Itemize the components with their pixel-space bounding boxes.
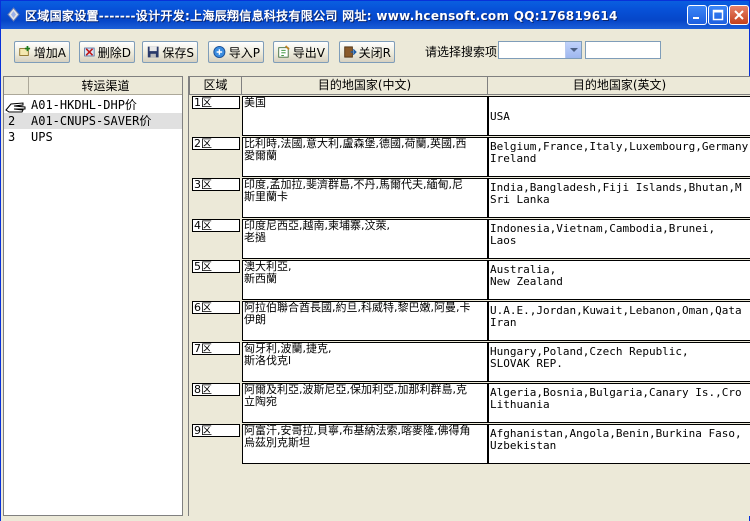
country-cn-field[interactable]: 匈牙利,波蘭,捷克, 斯洛伐克l <box>242 342 488 382</box>
zone-grid-header: 区域 目的地国家(中文) 目的地国家(英文) <box>189 76 750 95</box>
zone-field[interactable]: 1区 <box>192 96 240 109</box>
add-icon <box>19 45 31 56</box>
add-button[interactable]: 增加A <box>14 41 70 63</box>
country-en-field[interactable]: U.A.E.,Jordan,Kuwait,Lebanon,Oman,Qata I… <box>488 301 750 341</box>
add-button-label: 增加A <box>33 45 66 60</box>
export-button-label: 导出V <box>292 45 325 60</box>
maximize-icon <box>712 9 724 21</box>
delete-button-label: 删除D <box>97 45 131 60</box>
save-button-label: 保存S <box>162 45 194 60</box>
country-cn-field[interactable]: 美国 <box>242 96 488 136</box>
delete-button[interactable]: 删除D <box>79 41 135 63</box>
country-en-field[interactable]: USA <box>488 96 750 136</box>
zone-row: 4区 印度尼西亞,越南,柬埔寨,汶萊, 老撾 Indonesia,Vietnam… <box>189 219 750 259</box>
zone-row: 8区 阿爾及利亞,波斯尼亞,保加利亞,加那利群島,克 立陶宛 Algeria,B… <box>189 383 750 423</box>
country-cn-field[interactable]: 澳大利亞, 新西蘭 <box>242 260 488 300</box>
zone-field[interactable]: 9区 <box>192 424 240 437</box>
search-input[interactable] <box>585 41 661 59</box>
country-cn-field[interactable]: 阿拉伯聯合酋長國,約旦,科威特,黎巴嫩,阿曼,卡 伊朗 <box>242 301 488 341</box>
close-x-icon <box>734 10 744 20</box>
channel-row[interactable]: 3 UPS <box>4 129 182 145</box>
import-icon <box>213 46 226 58</box>
cn-column-header[interactable]: 目的地国家(中文) <box>242 76 488 95</box>
close-button[interactable]: 关闭R <box>339 41 395 63</box>
country-cn-field[interactable]: 阿爾及利亞,波斯尼亞,保加利亞,加那利群島,克 立陶宛 <box>242 383 488 423</box>
zone-column-header[interactable]: 区域 <box>189 76 242 95</box>
export-button[interactable]: 导出V <box>273 41 329 63</box>
maximize-button[interactable] <box>708 5 728 25</box>
zone-row: 7区 匈牙利,波蘭,捷克, 斯洛伐克l Hungary,Poland,Czech… <box>189 342 750 382</box>
channel-row[interactable]: 2 A01-CNUPS-SAVER价 <box>4 113 182 129</box>
country-en-field[interactable]: Belgium,France,Italy,Luxembourg,Germany … <box>488 137 750 177</box>
bottom-edge <box>1 516 749 521</box>
channel-row-num: 3 <box>8 130 16 144</box>
zone-field[interactable]: 5区 <box>192 260 240 273</box>
zone-field[interactable]: 6区 <box>192 301 240 314</box>
zone-row: 5区 澳大利亞, 新西蘭 Australia, New Zealand <box>189 260 750 300</box>
channel-column-header[interactable]: 转运渠道 <box>29 77 182 95</box>
close-button-label: 关闭R <box>358 45 391 60</box>
country-en-field[interactable]: India,Bangladesh,Fiji Islands,Bhutan,M S… <box>488 178 750 218</box>
main-window: 区域国家设置-------设计开发:上海辰翔信息科技有限公司 网址: www.h… <box>0 0 750 521</box>
delete-icon <box>84 47 95 57</box>
import-button-label: 导入P <box>228 45 260 60</box>
export-icon <box>278 45 290 58</box>
save-button[interactable]: 保存S <box>142 41 198 63</box>
search-field-select[interactable] <box>498 41 582 59</box>
channel-row-num: 2 <box>8 114 16 128</box>
zone-row: 3区 印度,孟加拉,斐濟群島,不丹,馬爾代夫,緬甸,尼 斯里蘭卡 India,B… <box>189 178 750 218</box>
close-window-button[interactable] <box>729 5 749 25</box>
minimize-button[interactable] <box>687 5 707 25</box>
country-en-field[interactable]: Australia, New Zealand <box>488 260 750 300</box>
row-indicator-header <box>4 77 29 95</box>
country-en-field[interactable]: Indonesia,Vietnam,Cambodia,Brunei, Laos <box>488 219 750 259</box>
zone-field[interactable]: 3区 <box>192 178 240 191</box>
zone-row: 2区 比利時,法國,意大利,盧森堡,德國,荷蘭,英國,西 愛爾蘭 Belgium… <box>189 137 750 177</box>
close-icon <box>344 46 357 58</box>
search-label: 请选择搜索项 <box>425 45 498 59</box>
channel-row-name: A01-CNUPS-SAVER价 <box>31 114 152 128</box>
zone-field[interactable]: 8区 <box>192 383 240 396</box>
zone-field[interactable]: 7区 <box>192 342 240 355</box>
pointer-hand-icon <box>5 102 26 113</box>
zone-field[interactable]: 4区 <box>192 219 240 232</box>
country-en-field[interactable]: Algeria,Bosnia,Bulgaria,Canary Is.,Cro L… <box>488 383 750 423</box>
channel-row-name: UPS <box>31 130 53 144</box>
country-en-field[interactable]: Afghanistan,Angola,Benin,Burkina Faso, U… <box>488 424 750 464</box>
import-button[interactable]: 导入P <box>208 41 264 63</box>
save-icon <box>147 46 159 58</box>
channel-list-header: 转运渠道 <box>4 77 182 95</box>
zone-row: 1区 美国 USA <box>189 96 750 136</box>
en-column-header[interactable]: 目的地国家(英文) <box>488 76 750 95</box>
minimize-icon <box>693 17 699 19</box>
zone-field[interactable]: 2区 <box>192 137 240 150</box>
chevron-down-icon[interactable] <box>565 42 581 58</box>
country-cn-field[interactable]: 比利時,法國,意大利,盧森堡,德國,荷蘭,英國,西 愛爾蘭 <box>242 137 488 177</box>
channel-list: 转运渠道 A01-HKDHL-DHP价 2 A01-CNUPS-SAVER价 3… <box>3 76 183 516</box>
zone-row: 6区 阿拉伯聯合酋長國,約旦,科威特,黎巴嫩,阿曼,卡 伊朗 U.A.E.,Jo… <box>189 301 750 341</box>
title-bar[interactable]: 区域国家设置-------设计开发:上海辰翔信息科技有限公司 网址: www.h… <box>1 1 749 29</box>
channel-row-name: A01-HKDHL-DHP价 <box>31 98 137 112</box>
app-icon <box>7 7 20 22</box>
country-cn-field[interactable]: 印度,孟加拉,斐濟群島,不丹,馬爾代夫,緬甸,尼 斯里蘭卡 <box>242 178 488 218</box>
country-cn-field[interactable]: 阿富汗,安哥拉,貝寧,布基納法索,喀麥隆,佛得角 烏茲別克斯坦 <box>242 424 488 464</box>
channel-row[interactable]: A01-HKDHL-DHP价 <box>4 97 182 113</box>
zone-country-grid: 区域 目的地国家(中文) 目的地国家(英文) 1区 美国 USA 2区 比利時,… <box>188 76 750 516</box>
country-en-field[interactable]: Hungary,Poland,Czech Republic, SLOVAK RE… <box>488 342 750 382</box>
country-cn-field[interactable]: 印度尼西亞,越南,柬埔寨,汶萊, 老撾 <box>242 219 488 259</box>
window-title: 区域国家设置-------设计开发:上海辰翔信息科技有限公司 网址: www.h… <box>25 9 618 23</box>
zone-row: 9区 阿富汗,安哥拉,貝寧,布基納法索,喀麥隆,佛得角 烏茲別克斯坦 Afgha… <box>189 424 750 464</box>
